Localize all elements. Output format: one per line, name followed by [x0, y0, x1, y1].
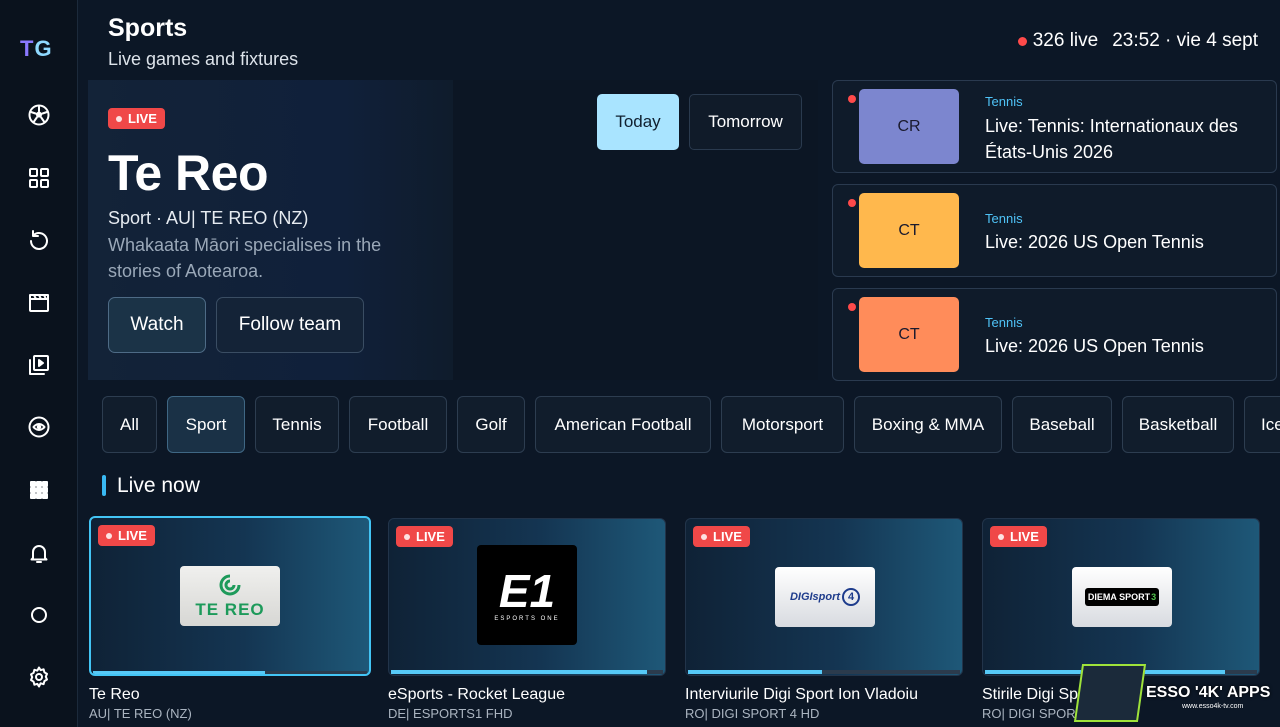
event-category: Tennis — [985, 315, 1023, 330]
page-subtitle: Live games and fixtures — [108, 49, 299, 69]
nav-apps[interactable] — [24, 475, 54, 505]
chip-golf[interactable]: Golf — [457, 396, 525, 453]
live-card-subtitle: RO| DIGI SPORT 3 HD — [982, 706, 1082, 721]
header-status: 326 live 23:52 · vie 4 sept — [1017, 30, 1258, 52]
event-title: Live: 2026 US Open Tennis — [985, 232, 1204, 252]
live-dot-icon — [848, 95, 856, 103]
chip-baseball[interactable]: Baseball — [1012, 396, 1112, 453]
chip-ice-hockey[interactable]: Ice Hockey — [1244, 396, 1280, 453]
live-dot-icon — [1017, 36, 1027, 46]
live-card-title: Interviurile Digi Sport Ion Vladoiu — [685, 686, 919, 703]
progress-bar — [688, 670, 822, 674]
apps-icon — [30, 481, 48, 499]
tab-today[interactable]: Today — [597, 94, 679, 150]
event-card[interactable]: CT Tennis Live: 2026 US Open Tennis — [832, 184, 1277, 277]
event-title: Live: Tennis: Internationaux des États-U… — [985, 116, 1238, 162]
live-card[interactable]: LIVE TE REO — [89, 516, 371, 676]
chip-boxing-mma[interactable]: Boxing & MMA — [854, 396, 1002, 453]
page-header: Sports Live games and fixtures — [108, 14, 298, 70]
hero-title: Te Reo — [108, 145, 269, 201]
progress-bar — [93, 671, 265, 674]
grid-icon — [29, 168, 49, 188]
monitor-icon — [1073, 664, 1147, 722]
bell-icon — [30, 545, 48, 563]
nav-dashboard[interactable] — [24, 163, 54, 193]
app-logo[interactable]: TG — [20, 36, 53, 62]
hero-meta: Sport · AU| TE REO (NZ) — [108, 208, 309, 228]
watch-button[interactable]: Watch — [108, 297, 206, 353]
event-thumb: CT — [859, 297, 959, 372]
nav-watchlist[interactable] — [24, 412, 54, 442]
chip-american-football[interactable]: American Football — [535, 396, 711, 453]
koru-icon — [219, 574, 241, 595]
chip-all[interactable]: All — [102, 396, 157, 453]
live-badge: LIVE — [108, 108, 165, 129]
nav-movies[interactable] — [24, 288, 54, 318]
live-card[interactable]: LIVE DIGIsport 4 — [685, 518, 963, 676]
channel-logo: DIGIsport 4 — [775, 567, 875, 627]
chip-sport[interactable]: Sport — [167, 396, 245, 453]
app-root: TG Sports Live games and fixtures 326 li… — [0, 0, 1280, 727]
live-badge: LIVE — [990, 526, 1047, 547]
sidebar: TG — [0, 0, 78, 727]
section-title: Live now — [102, 474, 200, 498]
nav-sports[interactable] — [24, 100, 54, 130]
chip-football[interactable]: Football — [349, 396, 447, 453]
category-filter: All Sport Tennis Football Golf American … — [102, 396, 1280, 454]
playlist-icon — [29, 355, 49, 375]
chip-tennis[interactable]: Tennis — [255, 396, 339, 453]
hero-description: Whakaata Māori specialises in the storie… — [108, 235, 382, 281]
nav-notifications[interactable] — [24, 538, 54, 568]
eye-icon — [28, 416, 50, 438]
watermark: ESSO '4K' APPS www.esso4k-tv.com — [1073, 662, 1280, 727]
chip-basketball[interactable]: Basketball — [1122, 396, 1234, 453]
soccer-ball-icon — [28, 104, 50, 126]
live-dot-icon — [848, 199, 856, 207]
live-card[interactable]: LIVE E1 ESPORTS ONE — [388, 518, 666, 676]
channel-logo: DIEMA SPORT3 — [1072, 567, 1172, 627]
nav-settings[interactable] — [24, 662, 54, 692]
hero-banner: LIVE Te Reo Sport · AU| TE REO (NZ) Whak… — [88, 80, 818, 380]
chip-motorsport[interactable]: Motorsport — [721, 396, 844, 453]
follow-team-button[interactable]: Follow team — [216, 297, 364, 353]
channel-logo: TE REO — [180, 566, 280, 626]
live-count: 326 live — [1032, 30, 1099, 51]
live-card-title: Te Reo — [89, 686, 140, 703]
live-card-subtitle: RO| DIGI SPORT 4 HD — [685, 706, 820, 721]
live-card-title: eSports - Rocket League — [388, 686, 565, 703]
event-category: Tennis — [985, 94, 1023, 109]
event-card[interactable]: CR Tennis Live: Tennis: Internationaux d… — [832, 80, 1277, 173]
tab-tomorrow[interactable]: Tomorrow — [689, 94, 802, 150]
nav-profile[interactable] — [24, 600, 54, 630]
event-title: Live: 2026 US Open Tennis — [985, 336, 1204, 356]
nav-series[interactable] — [24, 350, 54, 380]
event-card[interactable]: CT Tennis Live: 2026 US Open Tennis — [832, 288, 1277, 381]
gear-icon — [30, 666, 48, 688]
event-thumb: CT — [859, 193, 959, 268]
page-title: Sports — [108, 14, 188, 42]
live-card-subtitle: AU| TE REO (NZ) — [89, 706, 192, 721]
live-badge: LIVE — [98, 525, 155, 546]
event-thumb: CR — [859, 89, 959, 164]
progress-bar — [391, 670, 647, 674]
clock: 23:52 · vie 4 sept — [1112, 30, 1258, 51]
replay-icon — [30, 230, 48, 250]
clapperboard-icon — [29, 294, 49, 312]
live-card[interactable]: LIVE DIEMA SPORT3 — [982, 518, 1260, 676]
channel-logo: E1 ESPORTS ONE — [477, 545, 577, 645]
live-card-title: Stirile Digi Sport — [982, 686, 1082, 703]
live-badge: LIVE — [396, 526, 453, 547]
live-badge: LIVE — [693, 526, 750, 547]
live-card-subtitle: DE| ESPORTS1 FHD — [388, 706, 513, 721]
live-dot-icon — [848, 303, 856, 311]
circle-icon — [31, 607, 47, 623]
nav-replay[interactable] — [24, 226, 54, 256]
event-category: Tennis — [985, 211, 1023, 226]
